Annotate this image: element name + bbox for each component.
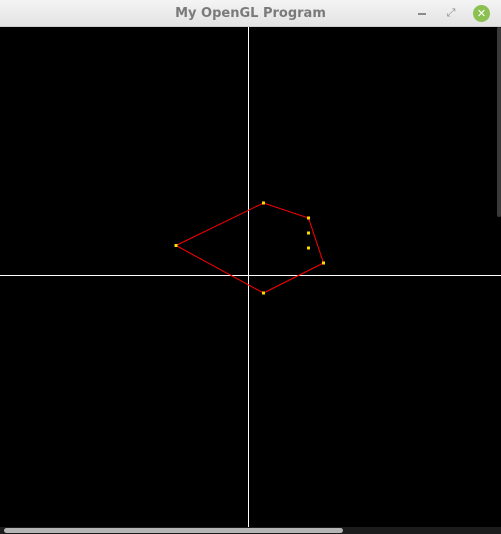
close-icon[interactable]: ✕ xyxy=(473,5,490,22)
polygon-outline xyxy=(174,202,325,294)
control-point-1 xyxy=(307,231,310,235)
title-bar[interactable]: My OpenGL Program ⤢ ✕ xyxy=(0,0,501,27)
polygon-vertex-2 xyxy=(262,201,265,205)
polygon-vertex-4 xyxy=(322,261,325,265)
opengl-canvas[interactable] xyxy=(0,27,501,527)
horizontal-scrollbar-thumb[interactable] xyxy=(4,528,343,533)
polygon-vertex-1 xyxy=(174,244,178,247)
polygon-vertex-3 xyxy=(307,216,310,220)
control-point-2 xyxy=(307,246,310,250)
restore-icon[interactable]: ⤢ xyxy=(443,5,459,21)
polygon-vertex-5 xyxy=(262,291,265,295)
minimize-icon[interactable] xyxy=(414,5,430,21)
vertical-scrollbar[interactable] xyxy=(497,27,501,217)
application-window: My OpenGL Program ⤢ ✕ xyxy=(0,0,501,534)
